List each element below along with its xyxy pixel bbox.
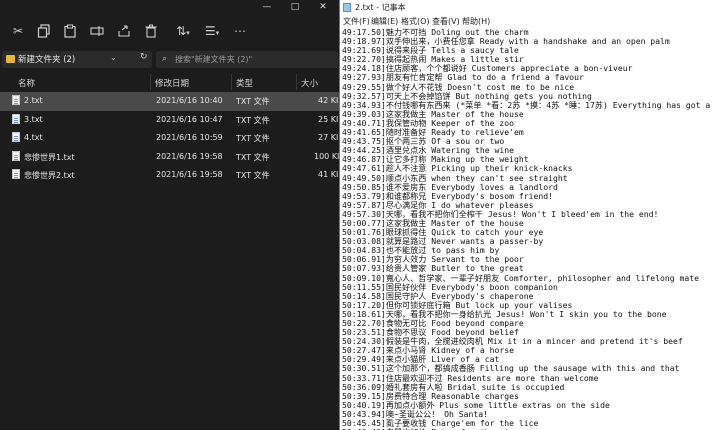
file-modified: 2021/6/16 10:59 (156, 133, 223, 142)
file-name: 悲惨世界2.txt (24, 171, 75, 180)
text-file-icon (12, 113, 20, 124)
file-row[interactable]: 悲惨世界2.txt 2021/6/16 19:58 TXT 文件 41 KI (0, 166, 339, 185)
maximize-icon[interactable]: □ (290, 3, 300, 12)
notepad-title-bar: 2.txt - 记事本 (340, 0, 720, 15)
file-modified: 2021/6/16 10:40 (156, 96, 223, 105)
search-box[interactable]: ⌕ 搜索"新建文件夹 (2)" (156, 51, 338, 68)
file-modified: 2021/6/16 19:58 (156, 170, 223, 179)
view-icon[interactable]: ☰▾ (201, 24, 223, 38)
column-divider[interactable] (231, 74, 232, 90)
file-row[interactable]: 3.txt 2021/6/16 10:47 TXT 文件 25 KI (0, 111, 339, 130)
column-divider[interactable] (296, 74, 297, 90)
delete-icon[interactable] (144, 24, 160, 38)
share-icon[interactable] (117, 24, 133, 38)
file-size: 41 KI (318, 170, 339, 179)
refresh-icon[interactable]: ↻ (140, 52, 148, 62)
file-type: TXT 文件 (236, 97, 270, 106)
column-headers: 名称 修改日期 类型 大小 (0, 74, 339, 90)
column-divider[interactable] (150, 74, 151, 90)
file-size: 100 KI (314, 151, 339, 161)
text-file-icon (12, 132, 20, 142)
file-explorer-window: — □ ✕ ✂ ⇅▾ ☰▾ ⋯ 新建文件夹 (2) ⌄ ↻ ⌕ 搜索"新建文件夹… (0, 0, 339, 430)
paste-icon[interactable] (63, 24, 79, 38)
search-icon: ⌕ (162, 54, 168, 64)
close-icon[interactable]: ✕ (318, 3, 328, 12)
search-input[interactable]: 搜索"新建文件夹 (2)" (175, 54, 252, 65)
file-row[interactable]: 4.txt 2021/6/16 10:59 TXT 文件 27 KI (0, 129, 339, 148)
notepad-title: 2.txt - 记事本 (355, 3, 406, 12)
column-name[interactable]: 名称 (18, 77, 35, 89)
file-modified: 2021/6/16 19:58 (156, 151, 223, 161)
cut-icon[interactable]: ✂ (10, 24, 26, 38)
more-options-icon[interactable]: ⋯ (232, 24, 248, 38)
text-file-icon (12, 150, 20, 161)
copy-icon[interactable] (37, 24, 53, 38)
file-name: 4.txt (24, 133, 43, 142)
menu-help[interactable]: 帮助(H) (462, 16, 490, 27)
sort-icon[interactable]: ⇅▾ (172, 24, 194, 38)
address-bar[interactable]: 新建文件夹 (2) ⌄ (2, 51, 152, 68)
file-modified: 2021/6/16 10:47 (156, 114, 223, 124)
file-type: TXT 文件 (236, 134, 270, 143)
column-modified[interactable]: 修改日期 (155, 77, 189, 89)
text-file-icon (12, 169, 20, 179)
chevron-down-icon[interactable]: ⌄ (110, 53, 117, 62)
column-type[interactable]: 类型 (236, 77, 253, 89)
rename-icon[interactable] (90, 24, 106, 38)
minimize-icon[interactable]: — (262, 3, 272, 12)
file-type: TXT 文件 (236, 171, 270, 180)
file-size: 25 KI (318, 114, 339, 124)
file-row[interactable]: 2.txt 2021/6/16 10:40 TXT 文件 42 KI (0, 92, 339, 111)
file-list: 2.txt 2021/6/16 10:40 TXT 文件 42 KI 3.txt… (0, 92, 339, 185)
notepad-text-area[interactable]: 49:17.50]魅力不可挡 Doling out the charm 49:18… (342, 28, 720, 430)
file-type: TXT 文件 (236, 152, 270, 162)
file-name: 悲惨世界1.txt (24, 152, 75, 162)
address-text: 新建文件夹 (2) (18, 55, 76, 65)
file-row[interactable]: 悲惨世界1.txt 2021/6/16 19:58 TXT 文件 100 KI (0, 148, 339, 167)
window-controls: — □ ✕ (0, 0, 339, 14)
notepad-icon (343, 3, 351, 12)
notepad-menu-bar: 文件(F) 编辑(E) 格式(O) 查看(V) 帮助(H) (340, 15, 720, 28)
file-name: 3.txt (24, 114, 43, 124)
menu-edit[interactable]: 编辑(E) (371, 16, 398, 27)
menu-view[interactable]: 查看(V) (432, 16, 460, 27)
menu-format[interactable]: 格式(O) (401, 16, 430, 27)
folder-icon (6, 55, 15, 63)
file-size: 27 KI (318, 133, 339, 142)
text-file-icon (12, 95, 20, 105)
column-size[interactable]: 大小 (301, 77, 318, 89)
menu-file[interactable]: 文件(F) (343, 16, 370, 27)
address-row: 新建文件夹 (2) ⌄ ↻ ⌕ 搜索"新建文件夹 (2)" (0, 48, 339, 72)
notepad-window: 2.txt - 记事本 文件(F) 编辑(E) 格式(O) 查看(V) 帮助(H… (339, 0, 720, 430)
file-size: 42 KI (318, 96, 339, 105)
file-name: 2.txt (24, 96, 43, 105)
explorer-toolbar: ✂ ⇅▾ ☰▾ ⋯ (0, 14, 339, 48)
file-type: TXT 文件 (236, 115, 270, 125)
